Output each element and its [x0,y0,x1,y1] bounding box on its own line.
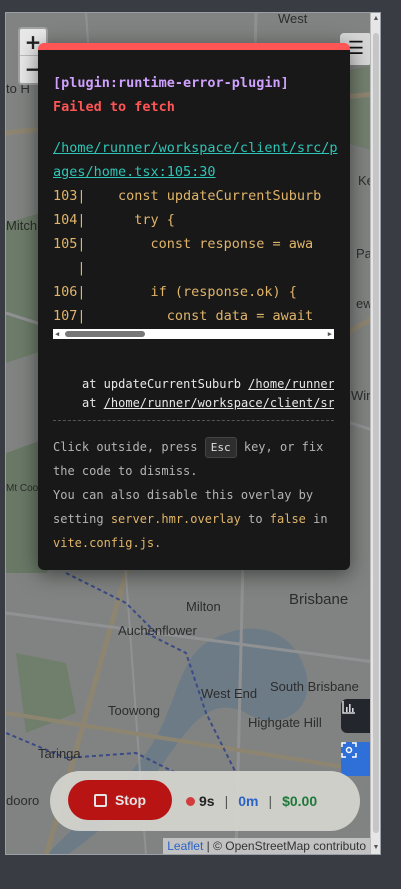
stack-frame: at /home/runner/workspace/client/src [82,394,334,413]
error-stack: at updateCurrentSuburb /home/runner/at /… [82,375,334,413]
tip-code: vite.config.js [53,536,155,550]
error-plugin: [plugin:runtime-error-plugin] [53,75,289,91]
map-label: Auchenflower [118,623,197,638]
stack-link[interactable]: /home/runner/ [248,377,334,391]
esc-key: Esc [204,437,237,458]
map-label: West End [201,686,258,701]
tracker-stats: 9s | 0m | $0.00 [186,790,317,812]
leaflet-link[interactable]: Leaflet [167,839,203,853]
menu-icon: ☰ [347,38,365,58]
code-line: | [53,260,86,276]
map-label: Milton [186,599,221,614]
stack-frame: at updateCurrentSuburb /home/runner/ [82,375,334,394]
scrollbar-thumb[interactable] [373,33,379,833]
error-file-link[interactable]: /home/runner/workspace/client/src/pages/… [53,136,343,184]
tip-text: setting [53,512,104,526]
cost-value: $0.00 [282,793,318,809]
distance-value: 0m [238,793,259,809]
divider: | [224,793,229,809]
tip-text: You can also disable this overlay by [53,488,314,502]
map-label: South Brisbane [270,679,359,694]
stack-link[interactable]: /home/runner/workspace/client/src [104,396,334,410]
error-tip: Click outside, press Esc key, or fix the… [53,435,343,555]
map-label: Toowong [108,703,161,718]
tip-text: the code to dismiss. [53,464,198,478]
tip-text: . [154,536,162,550]
elapsed-time: 9s [199,793,215,809]
code-line: 104| try { [53,212,175,228]
focus-icon [341,742,357,758]
tip-text: Click outside, press [53,440,198,454]
code-line: 103| const updateCurrentSuburb [53,188,322,204]
stop-icon [93,793,107,807]
stop-label: Stop [114,792,147,808]
scroll-left-icon[interactable]: ◀ [55,329,59,339]
error-divider [53,420,334,421]
stack-text: at updateCurrentSuburb [82,377,249,391]
tip-code: false [269,512,306,526]
stack-text: at [82,396,104,410]
divider: | [268,793,273,809]
code-line: 107| const data = await [53,308,314,324]
map-label: Taringa [38,746,81,761]
tip-text: key, or fix [243,440,324,454]
code-scrollbar[interactable]: ◀ ▶ [53,329,334,339]
code-line: 106| if (response.ok) { [53,284,297,300]
bar-chart-icon [342,701,355,714]
stop-button[interactable]: Stop [68,780,172,820]
map-label: Highgate Hill [248,715,322,730]
error-message: Failed to fetch [53,99,175,115]
scroll-up-icon[interactable]: ▲ [372,15,380,23]
map-attribution: Leaflet | © OpenStreetMap contributo [163,838,370,854]
tip-text: in [313,512,328,526]
scroll-right-icon[interactable]: ▶ [328,329,332,339]
code-scrollbar-thumb[interactable] [65,331,145,337]
error-overlay: [plugin:runtime-error-plugin] Failed to … [38,43,350,570]
map-label: Mitch [6,218,38,233]
recording-dot-icon [186,796,195,806]
scroll-down-icon[interactable]: ▼ [372,844,380,852]
map-label: Brisbane [289,591,349,608]
error-code-frame: 103| const updateCurrentSuburb 104| try … [53,184,334,338]
map-label: dooro [6,793,40,808]
page-scrollbar[interactable]: ▲ ▼ [370,13,380,854]
code-line: 105| const response = awa [53,236,314,252]
osm-attribution[interactable]: | © OpenStreetMap contributo [207,839,366,853]
tip-code: server.hmr.overlay [110,512,241,526]
map-label: West [278,12,308,26]
app-frame: West to H Kedr Mitch Park ewych Windso M… [5,12,381,855]
tip-text: to [248,512,263,526]
